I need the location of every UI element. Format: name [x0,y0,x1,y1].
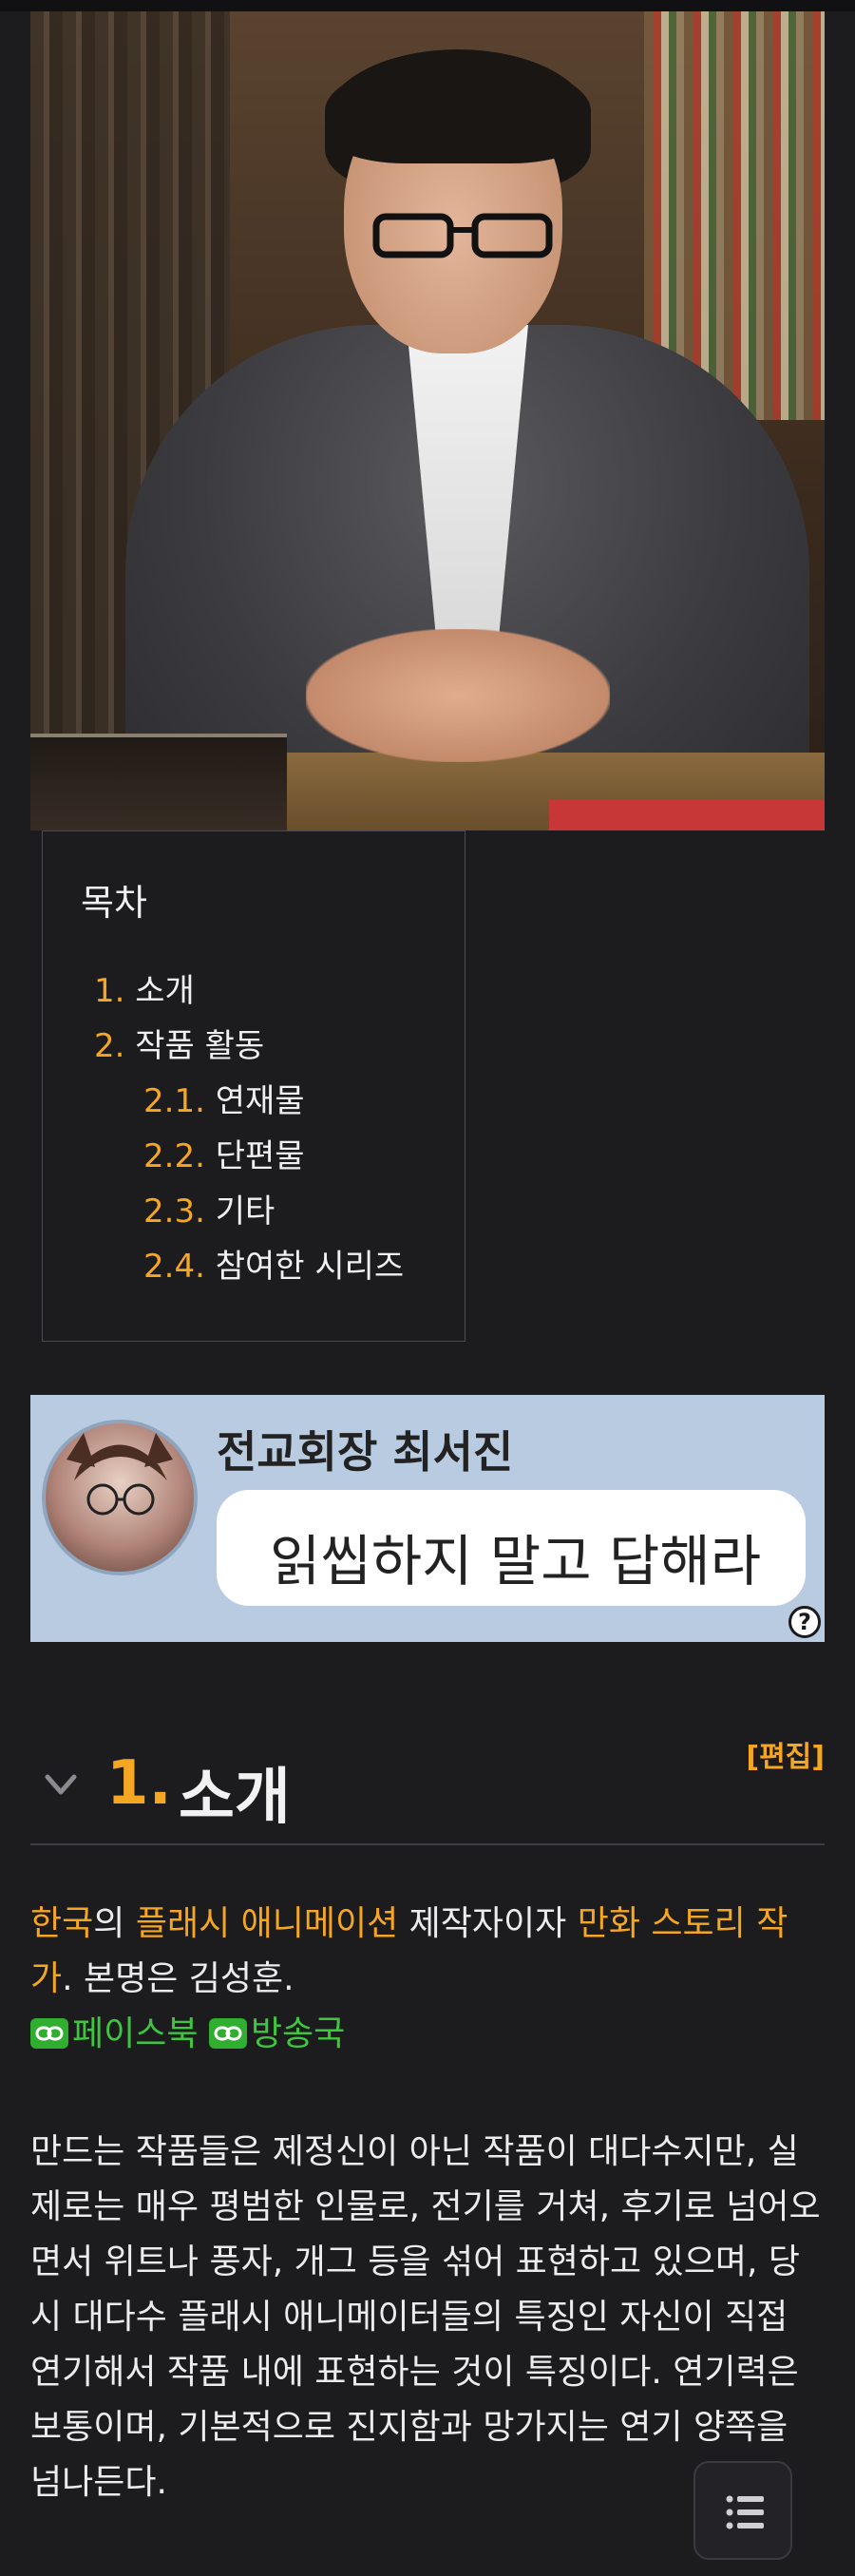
ad-character-glasses [66,1433,173,1516]
photo-glasses [372,213,553,258]
toc-item-number: 1. [94,972,125,1010]
external-link-label: 페이스북 [72,2014,199,2053]
ad-character-name: 전교회장 최서진 [217,1426,514,1478]
toc-item-intro[interactable]: 1. 소개 [94,964,195,1011]
link-flash-animation[interactable]: 플래시 애니메이션 [136,1904,398,1943]
top-bar [0,0,855,11]
photo-red-book [549,800,825,830]
toc-item-etc[interactable]: 2.3. 기타 [143,1185,275,1231]
ad-bubble-text: 읽씹하지 말고 답해라 [270,1529,762,1593]
section-title: 소개 [179,1763,291,1833]
section-heading-intro: 1. 소개 [편집] [30,1720,825,1845]
toc-item-works[interactable]: 2. 작품 활동 [94,1020,264,1066]
toc-item-number: 2.1. [143,1082,205,1120]
profile-photo[interactable] [30,11,825,830]
ad-banner[interactable]: 전교회장 최서진 읽씹하지 말고 답해라 ? [30,1395,825,1642]
photo-book [30,734,287,830]
article-page: 목차 1. 소개 2. 작품 활동 2.1. 연재물 2.2. 단편물 2.3.… [0,0,855,2576]
table-of-contents: 목차 1. 소개 2. 작품 활동 2.1. 연재물 2.2. 단편물 2.3.… [42,830,466,1342]
edit-link[interactable]: [편집] [746,1733,825,1775]
external-link-icon [208,2018,247,2049]
photo-hands [306,629,610,762]
toc-item-number: 2.2. [143,1137,205,1175]
intro-text-3: . 본명은 김성훈. [62,1959,294,1998]
section-number: 1. [106,1748,172,1819]
intro-text-1: 의 [93,1904,136,1943]
toc-item-label: 참여한 시리즈 [215,1248,405,1286]
floating-toc-button[interactable] [694,2461,792,2560]
toc-item-label: 소개 [135,972,195,1010]
toc-item-series[interactable]: 2.4. 참여한 시리즈 [143,1240,404,1287]
external-link-label: 방송국 [250,2014,346,2053]
toc-item-number: 2.4. [143,1248,205,1286]
toc-item-label: 연재물 [215,1082,305,1120]
toc-item-label: 기타 [215,1193,276,1231]
ad-help-icon[interactable]: ? [788,1606,821,1638]
toc-item-label: 단편물 [215,1137,305,1175]
ad-speech-bubble: 읽씹하지 말고 답해라 [217,1490,806,1606]
toc-title: 목차 [81,882,147,924]
chevron-down-icon[interactable] [40,1764,82,1805]
intro-text-2: 제작자이자 [398,1904,578,1943]
list-icon [726,2495,764,2529]
external-link-station[interactable]: 방송국 [208,2014,346,2053]
toc-item-label: 작품 활동 [135,1027,265,1065]
toc-item-number: 2.3. [143,1193,205,1231]
external-link-facebook[interactable]: 페이스북 [30,2014,198,2053]
link-korea[interactable]: 한국 [30,1904,93,1943]
external-link-icon [30,2018,68,2049]
toc-item-serials[interactable]: 2.1. 연재물 [143,1075,305,1121]
ad-avatar [42,1420,198,1575]
toc-item-shorts[interactable]: 2.2. 단편물 [143,1130,305,1176]
toc-item-number: 2. [94,1027,125,1065]
body-paragraph: 만드는 작품들은 제정신이 아닌 작품이 대다수지만, 실제로는 매우 평범한 … [30,2132,821,2502]
photo-fringe [325,59,591,163]
intro-paragraph: 한국의 플래시 애니메이션 제작자이자 만화 스토리 작가. 본명은 김성훈. … [30,1897,825,2062]
